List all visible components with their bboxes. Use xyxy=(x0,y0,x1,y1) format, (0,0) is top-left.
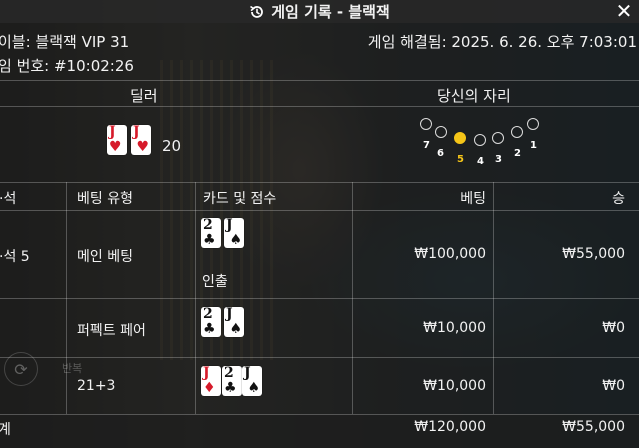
bet-type: 21+3 xyxy=(77,378,116,394)
win-amount: ₩0 xyxy=(602,320,625,336)
bet-type: 퍼펙트 페어 xyxy=(77,323,146,339)
hand-result: 인출 xyxy=(202,274,228,290)
seat-dot xyxy=(527,118,539,130)
heart-icon: ♥ xyxy=(136,139,149,155)
bet-type: 메인 베팅 xyxy=(77,249,133,265)
total-label: 계 xyxy=(0,422,11,438)
card-rank: J xyxy=(226,217,233,233)
seat-number: 1 xyxy=(530,140,537,151)
club-icon: ♣ xyxy=(203,321,216,337)
seat-dot xyxy=(511,126,523,138)
col-header-win: 승 xyxy=(612,191,625,207)
seat-dot xyxy=(435,126,447,138)
player-card: J ♦ xyxy=(201,366,221,396)
seat-number: 3 xyxy=(495,154,502,165)
player-card: 2 ♣ xyxy=(201,218,221,248)
divider xyxy=(0,414,639,415)
round-number: 임 번호: #10:02:26 xyxy=(0,57,134,75)
diamond-icon: ♦ xyxy=(203,380,216,396)
col-header-seat: ·석 xyxy=(0,191,17,207)
spade-icon: ♠ xyxy=(229,232,242,248)
player-card: 2 ♣ xyxy=(201,307,221,337)
card-rank: 2 xyxy=(203,306,213,322)
club-icon: ♣ xyxy=(203,232,216,248)
player-card: J ♠ xyxy=(242,366,262,396)
seat-cell: ·석 5 xyxy=(0,249,30,265)
card-rank: J xyxy=(244,365,251,381)
seat-dot-active xyxy=(454,132,466,144)
dealer-label: 딜러 xyxy=(130,87,158,105)
resolved-time: 게임 해결됨: 2025. 6. 26. 오후 7:03:01 xyxy=(367,33,637,51)
page-title: 게임 기록 - 블랙잭 xyxy=(271,3,390,21)
divider xyxy=(0,298,639,299)
bet-amount: ₩100,000 xyxy=(414,246,486,262)
card-rank: J xyxy=(109,124,116,140)
spade-icon: ♠ xyxy=(229,321,242,337)
seat-dot xyxy=(474,134,486,146)
win-amount: ₩0 xyxy=(602,378,625,394)
bet-amount: ₩10,000 xyxy=(423,378,486,394)
bet-amount: ₩10,000 xyxy=(423,320,486,336)
seat-dot xyxy=(492,132,504,144)
card-rank: 2 xyxy=(224,365,234,381)
card-rank: J xyxy=(133,124,140,140)
seat-number: 4 xyxy=(477,156,484,167)
history-icon xyxy=(250,5,264,18)
seat-label: 당신의 자리 xyxy=(437,87,511,105)
seat-number: 2 xyxy=(514,148,521,159)
total-win: ₩55,000 xyxy=(562,419,625,435)
player-card: 2 ♣ xyxy=(222,366,242,396)
seat-dot xyxy=(420,118,432,130)
dealer-card: J ♥ xyxy=(107,125,127,155)
divider xyxy=(0,210,639,211)
col-header-bet: 베팅 xyxy=(460,191,486,207)
seat-number: 7 xyxy=(423,140,430,151)
player-card: J ♠ xyxy=(224,307,244,337)
divider xyxy=(0,182,639,183)
dealer-score: 20 xyxy=(162,137,182,155)
card-rank: J xyxy=(203,365,210,381)
col-header-type: 베팅 유형 xyxy=(77,191,133,207)
close-icon[interactable]: ✕ xyxy=(613,0,635,23)
player-card: J ♠ xyxy=(224,218,244,248)
seat-number: 6 xyxy=(437,148,444,159)
game-info: 이블: 블랙잭 VIP 31 임 번호: #10:02:26 xyxy=(0,30,134,78)
table-name: 이블: 블랙잭 VIP 31 xyxy=(0,33,130,51)
card-rank: 2 xyxy=(203,217,213,233)
total-bet: ₩120,000 xyxy=(414,419,486,435)
club-icon: ♣ xyxy=(224,380,237,396)
divider xyxy=(0,80,639,81)
col-header-cards: 카드 및 점수 xyxy=(203,191,277,207)
spade-icon: ♠ xyxy=(247,380,260,396)
card-rank: J xyxy=(226,306,233,322)
heart-icon: ♥ xyxy=(109,139,122,155)
win-amount: ₩55,000 xyxy=(562,246,625,262)
divider xyxy=(0,357,639,358)
title-bar: 게임 기록 - 블랙잭 ✕ xyxy=(0,0,639,23)
seat-number: 5 xyxy=(457,154,464,165)
dealer-card: J ♥ xyxy=(131,125,151,155)
divider xyxy=(0,106,639,107)
